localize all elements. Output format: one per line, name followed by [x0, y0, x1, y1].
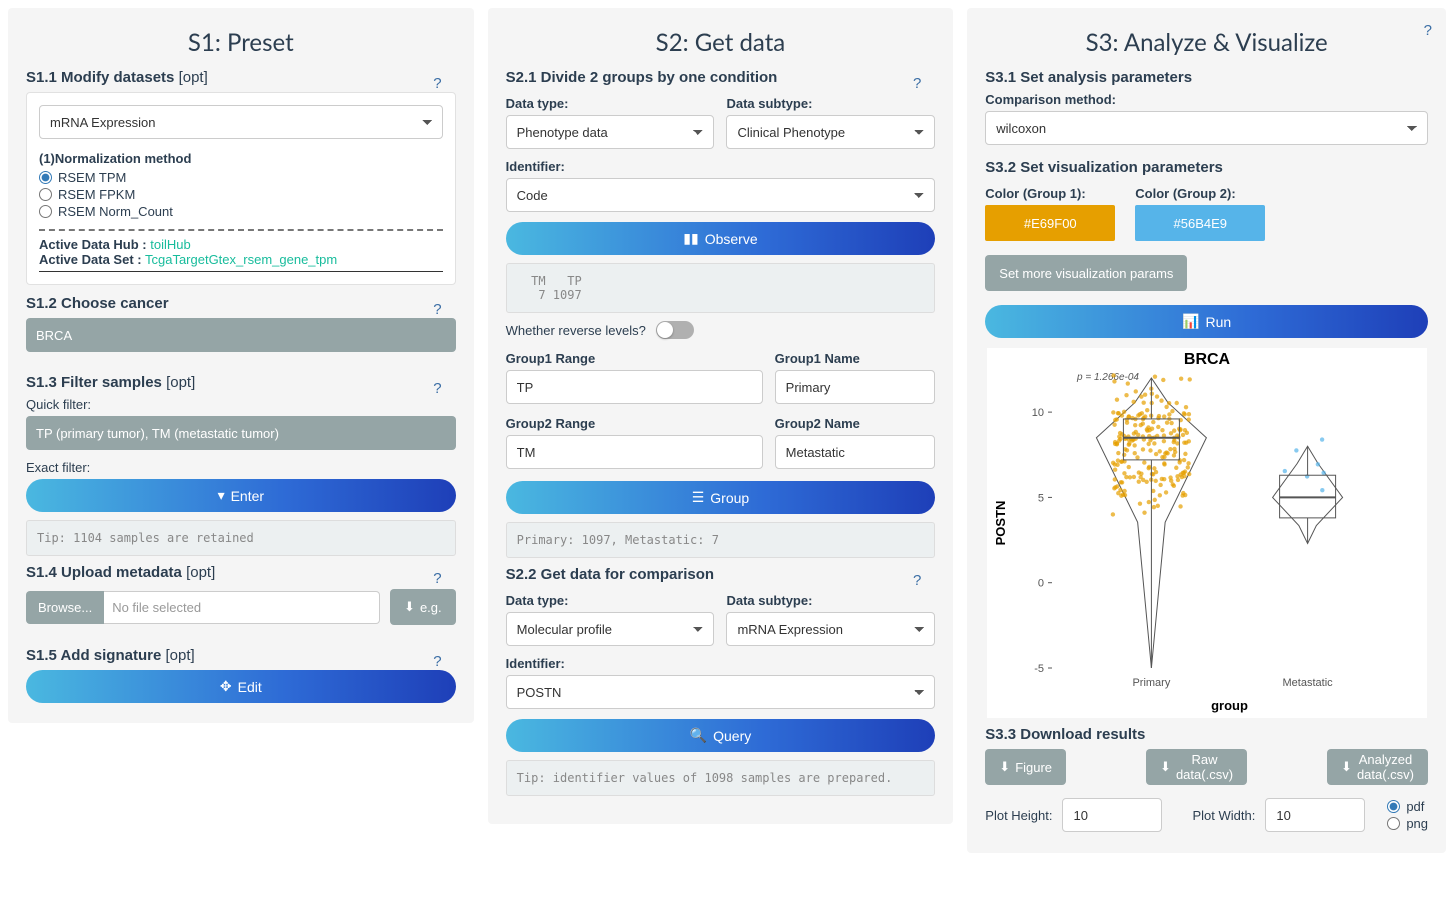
file-input[interactable]: Browse... No file selected — [26, 591, 380, 624]
reverse-toggle[interactable] — [656, 321, 694, 339]
move-icon: ✥ — [220, 678, 232, 695]
svg-text:5: 5 — [1038, 492, 1044, 504]
s22-identifier-select[interactable]: POSTN — [506, 675, 936, 709]
help-icon[interactable]: ? — [913, 572, 921, 589]
download-icon: ⬇ — [999, 759, 1010, 775]
more-viz-params-button[interactable]: Set more visualization params — [985, 255, 1187, 291]
help-icon[interactable]: ? — [913, 75, 921, 92]
svg-text:Metastatic: Metastatic — [1282, 677, 1333, 689]
filter-icon: ▾ — [218, 487, 225, 504]
download-figure-button[interactable]: ⬇Figure — [985, 749, 1066, 785]
list-icon: ☰ — [692, 489, 705, 506]
svg-text:group: group — [1211, 698, 1248, 713]
example-button[interactable]: ⬇e.g. — [390, 589, 456, 625]
download-icon: ⬇ — [1160, 759, 1171, 775]
dataset-select[interactable]: mRNA Expression — [39, 105, 443, 139]
s14-heading: S1.4 Upload metadata [opt] — [26, 564, 456, 581]
group2-range-input[interactable] — [506, 435, 763, 469]
edit-button[interactable]: ✥Edit — [26, 670, 456, 703]
data-type-select[interactable]: Phenotype data — [506, 115, 715, 149]
query-button[interactable]: 🔍Query — [506, 719, 936, 752]
identifier-label: Identifier: — [506, 159, 936, 174]
help-icon[interactable]: ? — [1424, 22, 1432, 39]
radio-png[interactable]: png — [1387, 816, 1428, 831]
radio-rsem-norm[interactable]: RSEM Norm_Count — [39, 204, 443, 219]
svg-text:10: 10 — [1031, 407, 1043, 419]
comparison-method-select[interactable]: wilcoxon — [985, 111, 1428, 145]
svg-text:-5: -5 — [1034, 663, 1044, 675]
s11-box: mRNA Expression (1)Normalization method … — [26, 92, 456, 285]
panel-s3: ? S3: Analyze & Visualize S3.1 Set analy… — [967, 8, 1446, 853]
enter-button[interactable]: ▾Enter — [26, 479, 456, 512]
radio-rsem-tpm[interactable]: RSEM TPM — [39, 170, 443, 185]
identifier-select[interactable]: Code — [506, 178, 936, 212]
run-button[interactable]: 📊Run — [985, 305, 1428, 338]
reverse-toggle-row: Whether reverse levels? — [506, 321, 936, 339]
observe-button[interactable]: ▮▮Observe — [506, 222, 936, 255]
file-name: No file selected — [104, 591, 380, 624]
result-plot: -5 0 5 10 BRCA p = 1.266e-04 POSTN group Primary… — [987, 348, 1427, 718]
norm-label: (1)Normalization method — [39, 151, 443, 166]
help-icon[interactable]: ? — [433, 301, 441, 318]
query-output: Tip: identifier values of 1098 samples a… — [506, 760, 936, 796]
quick-filter-label: Quick filter: — [26, 397, 456, 412]
help-icon[interactable]: ? — [433, 570, 441, 587]
s2-title: S2: Get data — [506, 28, 936, 57]
svg-text:p = 1.266e-04: p = 1.266e-04 — [1076, 372, 1139, 383]
data-subtype-label: Data subtype: — [726, 96, 935, 111]
color1-swatch[interactable]: #E69F00 — [985, 205, 1115, 241]
s31-heading: S3.1 Set analysis parameters — [985, 69, 1428, 86]
s22-heading: S2.2 Get data for comparison — [506, 566, 936, 583]
data-subtype-select[interactable]: Clinical Phenotype — [726, 115, 935, 149]
bar-chart-icon: ▮▮ — [683, 230, 698, 247]
active-hub: Active Data Hub : toilHub — [39, 237, 443, 252]
cancer-select[interactable]: BRCA — [26, 318, 456, 352]
filter-tip: Tip: 1104 samples are retained — [26, 520, 456, 556]
data-type-label: Data type: — [506, 96, 715, 111]
s12-heading: S1.2 Choose cancer — [26, 295, 456, 312]
s22-data-subtype-select[interactable]: mRNA Expression — [726, 612, 935, 646]
s21-heading: S2.1 Divide 2 groups by one condition — [506, 69, 936, 86]
svg-text:POSTN: POSTN — [993, 501, 1008, 546]
observe-output: TM TP 7 1097 — [506, 263, 936, 313]
download-raw-button[interactable]: ⬇Raw data(.csv) — [1146, 749, 1247, 785]
group1-range-input[interactable] — [506, 370, 763, 404]
group-output: Primary: 1097, Metastatic: 7 — [506, 522, 936, 558]
plot-width-label: Plot Width: — [1192, 808, 1255, 823]
panel-s1: S1: Preset S1.1 Modify datasets [opt] ? … — [8, 8, 474, 723]
help-icon[interactable]: ? — [433, 380, 441, 397]
group1-name-input[interactable] — [775, 370, 936, 404]
exact-filter-label: Exact filter: — [26, 460, 456, 475]
svg-text:0: 0 — [1038, 578, 1044, 590]
group2-name-input[interactable] — [775, 435, 936, 469]
search-icon: 🔍 — [690, 727, 707, 744]
radio-pdf[interactable]: pdf — [1387, 799, 1428, 814]
download-analyzed-button[interactable]: ⬇Analyzed data(.csv) — [1327, 749, 1428, 785]
s15-heading: S1.5 Add signature [opt] — [26, 647, 456, 664]
download-icon: ⬇ — [404, 599, 415, 615]
s33-heading: S3.3 Download results — [985, 726, 1428, 743]
panel-s2: S2: Get data S2.1 Divide 2 groups by one… — [488, 8, 954, 824]
s3-title: S3: Analyze & Visualize — [985, 28, 1428, 57]
radio-rsem-fpkm[interactable]: RSEM FPKM — [39, 187, 443, 202]
download-icon: ⬇ — [1341, 759, 1352, 775]
s1-title: S1: Preset — [26, 28, 456, 57]
plot-height-input[interactable] — [1062, 798, 1162, 832]
plot-height-label: Plot Height: — [985, 808, 1052, 823]
svg-text:BRCA: BRCA — [1184, 351, 1231, 368]
active-set: Active Data Set : TcgaTargetGtex_rsem_ge… — [39, 252, 443, 267]
s11-heading: S1.1 Modify datasets [opt] — [26, 69, 456, 86]
s13-heading: S1.3 Filter samples [opt] — [26, 374, 456, 391]
quick-filter-select[interactable]: TP (primary tumor), TM (metastatic tumor… — [26, 416, 456, 450]
group-button[interactable]: ☰Group — [506, 481, 936, 514]
help-icon[interactable]: ? — [433, 75, 441, 92]
s22-data-type-select[interactable]: Molecular profile — [506, 612, 715, 646]
browse-button[interactable]: Browse... — [26, 591, 104, 624]
s32-heading: S3.2 Set visualization parameters — [985, 159, 1428, 176]
svg-text:Primary: Primary — [1132, 677, 1170, 689]
plot-width-input[interactable] — [1265, 798, 1365, 832]
color2-swatch[interactable]: #56B4E9 — [1135, 205, 1265, 241]
help-icon[interactable]: ? — [433, 653, 441, 670]
chart-icon: 📊 — [1182, 313, 1199, 330]
